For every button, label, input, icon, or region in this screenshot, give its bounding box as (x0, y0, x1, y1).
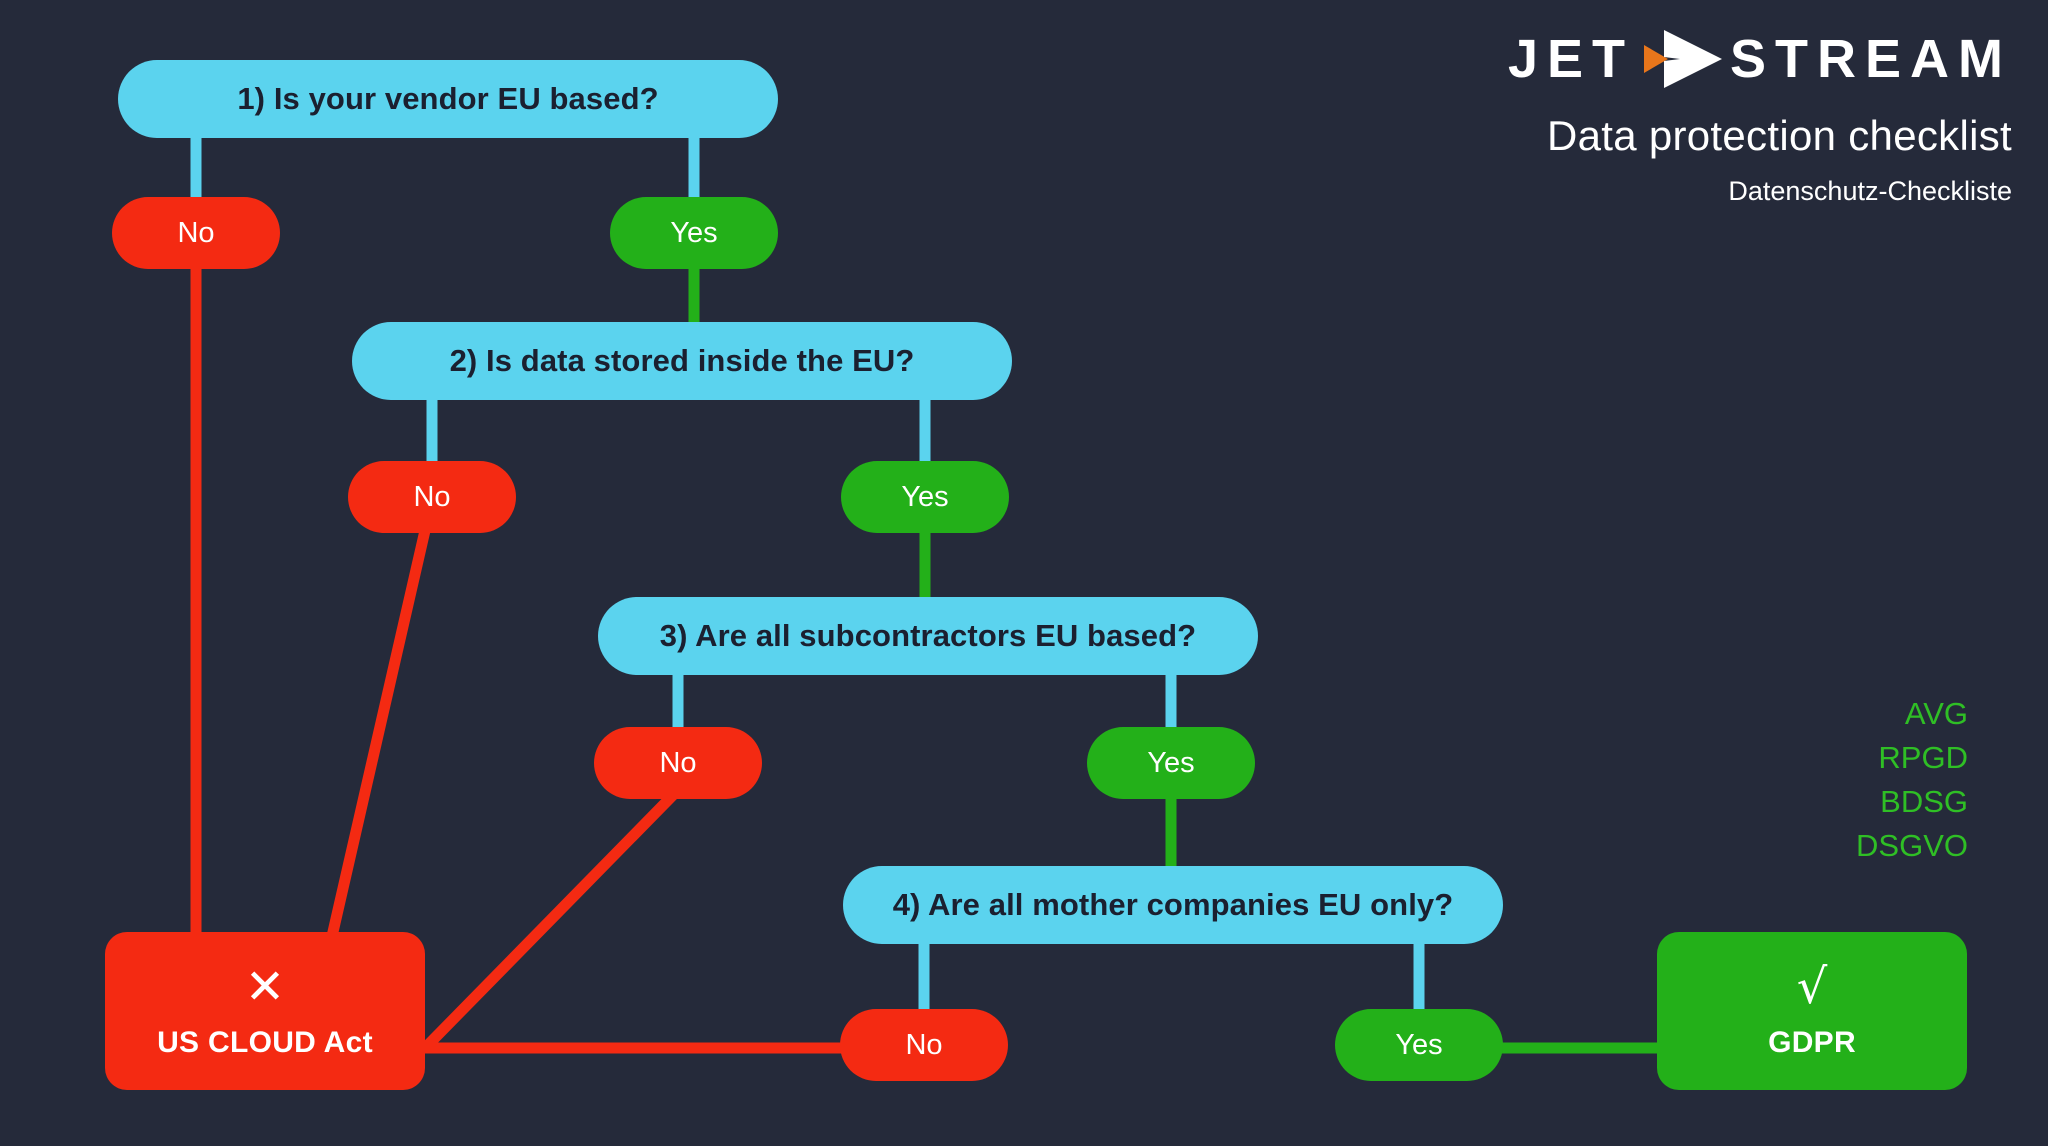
answer-q2-no[interactable]: No (348, 461, 516, 533)
jetstream-logo: JET STREAM (1372, 28, 2012, 90)
question-4-label: 4) Are all mother companies EU only? (892, 886, 1454, 922)
question-1-label: 1) Is your vendor EU based? (237, 80, 659, 116)
terminal-gdpr-label: GDPR (1768, 1026, 1856, 1060)
answer-q4-yes[interactable]: Yes (1335, 1009, 1503, 1081)
question-3-label: 3) Are all subcontractors EU based? (659, 617, 1197, 653)
check-icon: √ (1796, 959, 1828, 1016)
acronym-rpgd: RPGD (1878, 740, 1968, 776)
acronym-dsgvo: DSGVO (1856, 828, 1968, 864)
branding-block: JET STREAM Data protection checklist Dat… (1372, 28, 2012, 207)
answer-q4-no-label: No (905, 1028, 943, 1061)
terminal-us-cloud-act[interactable]: ✕ US CLOUD Act (105, 932, 425, 1090)
acronym-bdsg: BDSG (1880, 784, 1968, 820)
paper-plane-arrow-icon (1634, 28, 1726, 90)
page-title: Data protection checklist (1546, 112, 2012, 159)
answer-q2-no-label: No (413, 480, 451, 513)
logo-word-stream: STREAM (1730, 29, 2012, 89)
regulation-acronym-list: AVG RPGD BDSG DSGVO (1668, 692, 1968, 868)
edge-q3no-to-fail (421, 786, 682, 1052)
answer-q4-no[interactable]: No (840, 1009, 1008, 1081)
page-subtitle: Datenschutz-Checkliste (1728, 176, 2012, 206)
answer-q3-yes-label: Yes (1147, 746, 1195, 779)
acronym-avg: AVG (1904, 696, 1968, 731)
answer-q3-no[interactable]: No (594, 727, 762, 799)
terminal-gdpr[interactable]: √ GDPR (1657, 932, 1967, 1090)
answer-q1-no-label: No (177, 216, 215, 249)
question-2-label: 2) Is data stored inside the EU? (449, 342, 915, 378)
question-1-box[interactable]: 1) Is your vendor EU based? (118, 60, 778, 138)
answer-q2-yes[interactable]: Yes (841, 461, 1009, 533)
edge-q2no-to-fail (324, 498, 438, 947)
flowchart-canvas: 1) Is your vendor EU based? 2) Is data s… (0, 0, 2048, 1146)
answer-q1-no[interactable]: No (112, 197, 280, 269)
cross-icon: ✕ (244, 959, 286, 1016)
answer-q1-yes[interactable]: Yes (610, 197, 778, 269)
answer-q3-yes[interactable]: Yes (1087, 727, 1255, 799)
answer-q1-yes-label: Yes (670, 216, 718, 249)
question-4-box[interactable]: 4) Are all mother companies EU only? (843, 866, 1503, 944)
answer-q4-yes-label: Yes (1395, 1028, 1443, 1061)
question-2-box[interactable]: 2) Is data stored inside the EU? (352, 322, 1012, 400)
logo-word-jet: JET (1507, 29, 1634, 89)
terminal-us-cloud-act-label: US CLOUD Act (157, 1026, 373, 1060)
answer-q3-no-label: No (659, 746, 697, 779)
question-3-box[interactable]: 3) Are all subcontractors EU based? (598, 597, 1258, 675)
answer-q2-yes-label: Yes (901, 480, 949, 513)
